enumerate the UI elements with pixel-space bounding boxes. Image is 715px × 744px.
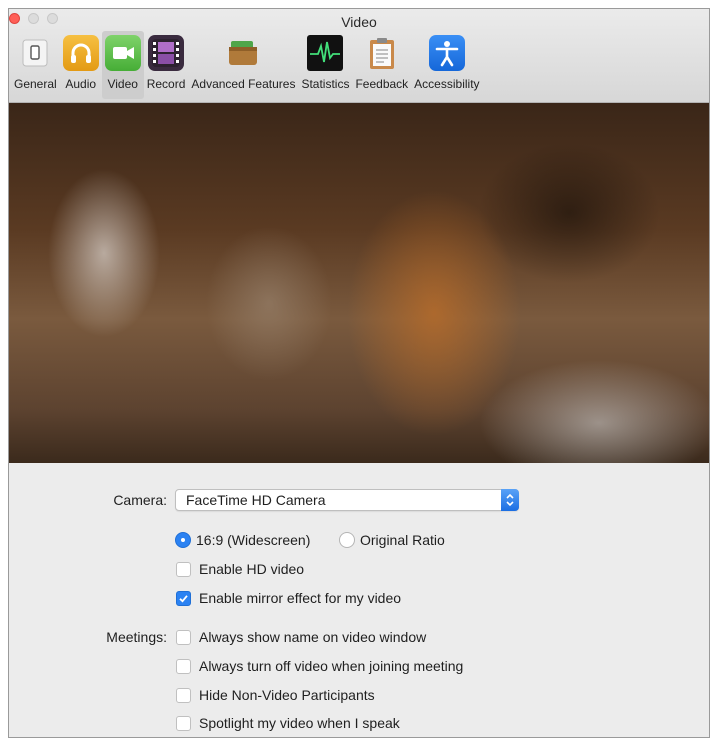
radio-widescreen[interactable] [175, 532, 191, 548]
tab-general-label: General [14, 77, 57, 91]
headphones-icon [62, 35, 99, 71]
hide-non-video-label: Hide Non-Video Participants [199, 687, 375, 703]
turn-off-video-option[interactable]: Always turn off video when joining meeti… [176, 658, 463, 674]
hide-non-video-checkbox[interactable] [176, 687, 191, 703]
spotlight-checkbox[interactable] [176, 715, 191, 731]
camera-select-value: FaceTime HD Camera [186, 492, 326, 508]
tab-audio-label: Audio [65, 77, 97, 91]
ratio-widescreen-option[interactable]: 16:9 (Widescreen) [175, 532, 310, 548]
clipboard-icon [364, 35, 400, 71]
general-switch-icon [17, 35, 53, 71]
mirror-option[interactable]: Enable mirror effect for my video [176, 590, 401, 606]
tab-accessibility[interactable]: Accessibility [411, 31, 482, 99]
tab-advanced-features-label: Advanced Features [191, 77, 296, 91]
chevron-up-down-icon [501, 489, 519, 511]
camera-select[interactable]: FaceTime HD Camera [175, 489, 519, 511]
enable-hd-checkbox[interactable] [176, 561, 191, 577]
hide-non-video-option[interactable]: Hide Non-Video Participants [176, 687, 375, 703]
preferences-toolbar: General Audio Video Record Advanced Feat… [11, 31, 483, 99]
turn-off-video-label: Always turn off video when joining meeti… [199, 658, 464, 674]
spotlight-option[interactable]: Spotlight my video when I speak [176, 715, 400, 731]
tab-statistics[interactable]: Statistics [298, 31, 352, 99]
show-name-option[interactable]: Always show name on video window [176, 629, 426, 645]
wallet-icon [225, 35, 261, 71]
video-settings-panel: Camera: FaceTime HD Camera 16:9 (Widescr… [9, 463, 709, 737]
camera-label: Camera: [113, 492, 167, 508]
waveform-icon [307, 35, 344, 71]
ratio-original-label: Original Ratio [360, 532, 445, 548]
mirror-label: Enable mirror effect for my video [199, 590, 402, 606]
ratio-original-option[interactable]: Original Ratio [339, 532, 445, 548]
tab-accessibility-label: Accessibility [414, 77, 480, 91]
title-bar: Video General Audio Video Record Advance… [9, 9, 709, 103]
enable-hd-option[interactable]: Enable HD video [176, 561, 304, 577]
turn-off-video-checkbox[interactable] [176, 658, 191, 674]
tab-video-label: Video [107, 77, 138, 91]
accessibility-icon [428, 35, 465, 71]
window-title: Video [341, 14, 377, 30]
tab-feedback-label: Feedback [355, 77, 409, 91]
tab-general[interactable]: General [11, 31, 60, 99]
tab-record-label: Record [146, 77, 186, 91]
tab-video[interactable]: Video [101, 31, 144, 99]
ratio-widescreen-label: 16:9 (Widescreen) [196, 532, 311, 548]
tab-statistics-label: Statistics [301, 77, 350, 91]
mirror-checkbox[interactable] [176, 590, 191, 606]
checkmark-icon [179, 594, 188, 603]
show-name-label: Always show name on video window [199, 629, 427, 645]
preferences-window: Video General Audio Video Record Advance… [8, 8, 710, 738]
tab-feedback[interactable]: Feedback [352, 31, 411, 99]
show-name-checkbox[interactable] [176, 629, 191, 645]
film-strip-icon [148, 35, 185, 71]
radio-original-ratio[interactable] [339, 532, 355, 548]
enable-hd-label: Enable HD video [199, 561, 305, 577]
tab-advanced-features[interactable]: Advanced Features [188, 31, 298, 99]
camera-preview [9, 103, 709, 463]
tab-audio[interactable]: Audio [60, 31, 102, 99]
meetings-label: Meetings: [106, 629, 167, 645]
spotlight-label: Spotlight my video when I speak [199, 715, 400, 731]
video-camera-icon [104, 35, 141, 71]
tab-record[interactable]: Record [144, 31, 189, 99]
